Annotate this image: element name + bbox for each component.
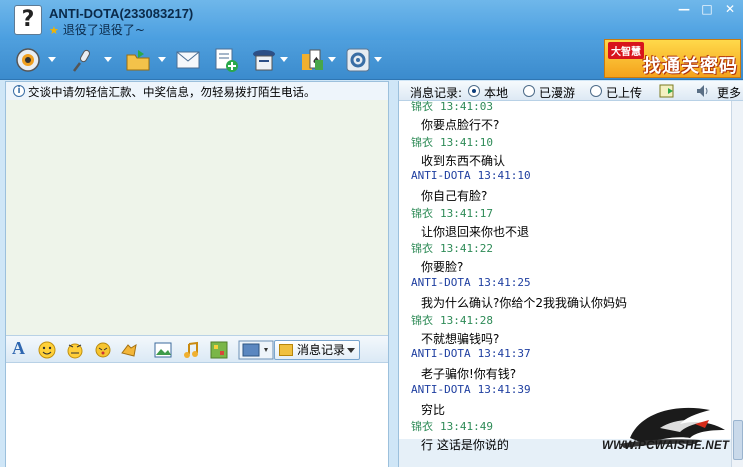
- magic-emoji-icon[interactable]: [66, 341, 84, 359]
- message-text[interactable]: 你自己有脸?: [421, 187, 487, 204]
- message-text[interactable]: 我为什么确认?你给个2我我确认你妈妈: [421, 294, 627, 311]
- message-header: ANTI-DOTA 13:41:10: [411, 169, 531, 182]
- history-icon: [279, 344, 293, 356]
- message-header: 锦衣 13:41:03: [411, 101, 493, 114]
- message-sender: 锦衣: [411, 101, 433, 113]
- settings-icon[interactable]: [344, 46, 384, 74]
- title-bar[interactable]: ? ANTI-DOTA(233083217) ★ 退役了退役了~ — □ ✕: [0, 0, 743, 40]
- voice-icon[interactable]: [70, 46, 114, 74]
- create-group-icon[interactable]: [212, 46, 240, 74]
- message-text[interactable]: 行 这话是你说的: [421, 436, 509, 453]
- message-header: 锦衣 13:41:10: [411, 134, 493, 150]
- history-label: 消息记录:: [410, 86, 463, 100]
- file-transfer-icon[interactable]: [124, 46, 168, 74]
- message-time: 13:41:25: [477, 276, 531, 289]
- message-sender: 锦衣: [411, 135, 433, 149]
- message-text[interactable]: 老子骗你!你有钱?: [421, 365, 516, 382]
- watermark-text: WWW.PCWAISHE.NET: [602, 440, 730, 452]
- notice-text: 交谈中请勿轻信汇款、中奖信息，勿轻易拨打陌生电话。: [28, 85, 316, 99]
- radio-local[interactable]: [468, 85, 480, 97]
- minimize-button[interactable]: —: [673, 0, 695, 18]
- message-time: 13:41:39: [477, 382, 531, 396]
- avatar[interactable]: ?: [14, 5, 42, 35]
- radio-local-label[interactable]: 本地: [484, 84, 508, 101]
- message-time: 13:41:22: [440, 242, 493, 256]
- send-mail-icon[interactable]: [174, 46, 202, 74]
- ad-text: 找通关密码: [643, 56, 738, 77]
- status-line: ★ 退役了退役了~: [49, 21, 145, 38]
- remote-assist-icon[interactable]: [250, 46, 290, 74]
- send-gift-icon[interactable]: [120, 341, 138, 359]
- message-history-button[interactable]: 消息记录: [274, 340, 360, 360]
- image-icon[interactable]: [154, 341, 172, 359]
- message-time: 13:41:49: [440, 420, 493, 434]
- emoji-icon[interactable]: [38, 341, 56, 359]
- maximize-button[interactable]: □: [696, 0, 718, 18]
- message-sender: 锦衣: [411, 313, 433, 327]
- input-toolbar: A 消息记录: [6, 335, 388, 363]
- radio-roaming[interactable]: [523, 85, 535, 97]
- message-sender: 锦衣: [411, 206, 433, 220]
- message-sender: ANTI-DOTA: [411, 382, 471, 396]
- video-icon[interactable]: [14, 46, 56, 74]
- message-header: 锦衣 13:41:28: [411, 312, 493, 328]
- radio-uploaded-label[interactable]: 已上传: [606, 84, 642, 101]
- contact-name: ANTI-DOTA(233083217): [49, 6, 194, 21]
- speaker-icon[interactable]: [695, 83, 711, 99]
- message-time: 13:41:17: [440, 206, 493, 220]
- message-header: 锦衣 13:41:49: [411, 418, 493, 434]
- ad-banner[interactable]: 大智慧 找通关密码: [604, 39, 741, 78]
- scene-icon[interactable]: [210, 341, 228, 359]
- message-text[interactable]: 不就想骗钱吗?: [421, 330, 499, 347]
- message-text[interactable]: 穷比: [421, 401, 445, 418]
- message-time: 13:41:28: [440, 313, 493, 327]
- more-link[interactable]: 更多: [717, 84, 741, 101]
- info-icon: i: [13, 85, 25, 97]
- message-time: 13:41:37: [477, 347, 531, 361]
- ad-brand: 大智慧: [608, 42, 644, 59]
- message-text[interactable]: 让你退回来你也不退: [421, 223, 529, 240]
- message-header: ANTI-DOTA 13:41:37: [411, 347, 531, 360]
- history-button-label: 消息记录: [297, 343, 346, 357]
- export-icon[interactable]: [659, 83, 675, 99]
- message-text[interactable]: 你要脸?: [421, 258, 463, 275]
- message-header: 锦衣 13:41:22: [411, 240, 493, 256]
- font-icon[interactable]: A: [12, 338, 30, 358]
- star-icon: ★: [49, 24, 59, 37]
- history-header: 消息记录: 本地 已漫游 已上传 更多: [399, 81, 743, 101]
- message-text[interactable]: 你要点脸行不?: [421, 116, 499, 133]
- message-header: ANTI-DOTA 13:41:25: [411, 276, 531, 289]
- status-message: 退役了退役了~: [62, 23, 145, 37]
- chat-left-panel: i 交谈中请勿轻信汇款、中奖信息，勿轻易拨打陌生电话。 A 消息记录: [5, 81, 389, 467]
- message-sender: ANTI-DOTA: [411, 276, 471, 289]
- message-sender: 锦衣: [411, 420, 433, 434]
- shake-icon[interactable]: [94, 341, 112, 359]
- radio-roaming-label[interactable]: 已漫游: [539, 84, 575, 101]
- message-display-area[interactable]: [6, 100, 388, 335]
- app-icon[interactable]: ♠: [298, 46, 338, 74]
- message-time: 13:41:03: [440, 101, 493, 113]
- eagle-logo-watermark: [620, 407, 725, 448]
- message-time: 13:41:10: [477, 169, 531, 183]
- chevron-down-icon: [347, 348, 355, 353]
- radio-uploaded[interactable]: [590, 85, 602, 97]
- close-button[interactable]: ✕: [719, 0, 741, 18]
- avatar-glyph: ?: [21, 7, 35, 32]
- message-sender: ANTI-DOTA: [411, 347, 471, 361]
- message-time: 13:41:10: [440, 135, 493, 149]
- message-header: 锦衣 13:41:17: [411, 205, 493, 221]
- message-sender: 锦衣: [411, 242, 433, 256]
- message-header: ANTI-DOTA 13:41:39: [411, 383, 531, 396]
- music-icon[interactable]: [182, 341, 200, 359]
- screenshot-icon[interactable]: [238, 340, 274, 360]
- message-input[interactable]: [6, 364, 388, 467]
- message-text[interactable]: 收到东西不确认: [421, 152, 505, 169]
- security-notice: i 交谈中请勿轻信汇款、中奖信息，勿轻易拨打陌生电话。: [6, 82, 388, 100]
- message-sender: ANTI-DOTA: [411, 169, 471, 183]
